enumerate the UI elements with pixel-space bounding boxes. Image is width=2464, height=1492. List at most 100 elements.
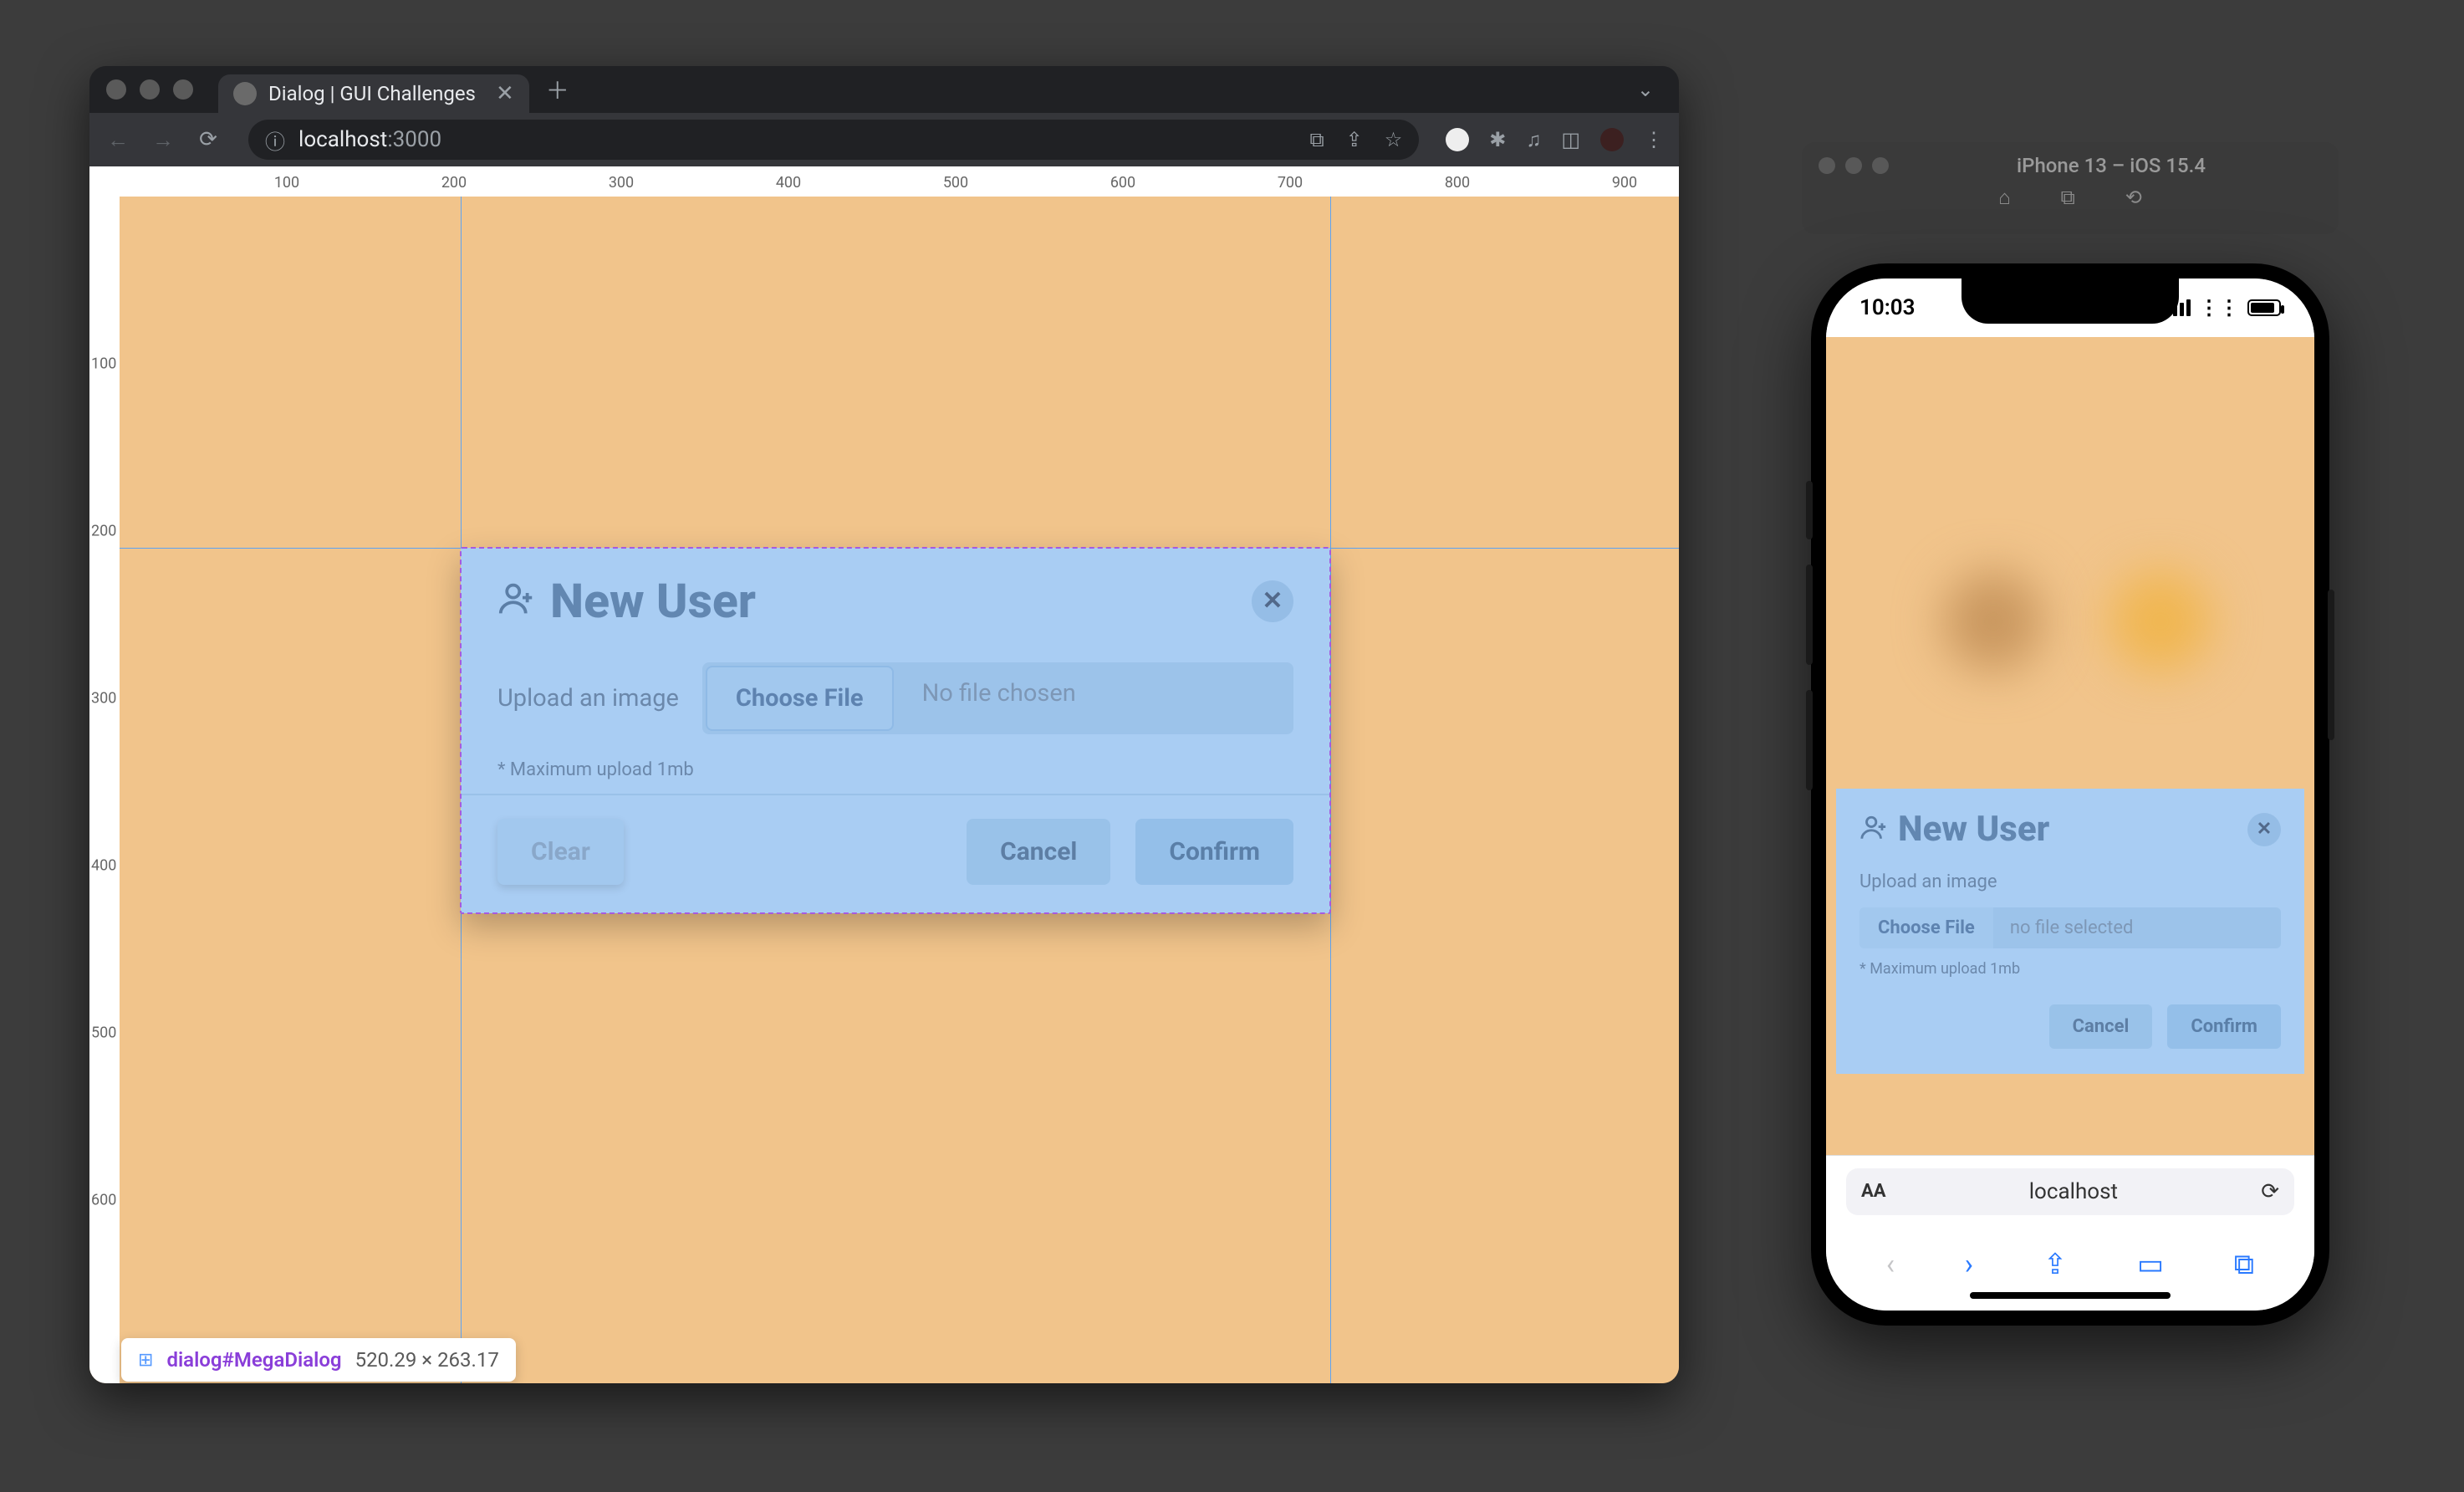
- mobile-confirm-button[interactable]: Confirm: [2167, 1004, 2281, 1049]
- mobile-file-status-text: no file selected: [1993, 907, 2150, 948]
- devtools-grid-icon: ⊞: [138, 1350, 153, 1371]
- ruler-tick: 300: [91, 690, 116, 708]
- ruler-corner: [89, 166, 120, 197]
- traffic-light-close[interactable]: [106, 79, 126, 100]
- desktop-browser-window: Dialog | GUI Challenges ✕ ＋ ⌄ ← → ⟳ ⓘ lo…: [89, 66, 1679, 1383]
- add-user-icon: [1859, 814, 1888, 846]
- safari-forward-button[interactable]: ›: [1965, 1248, 1973, 1281]
- ios-simulator-window: iPhone 13 – iOS 15.4 ⌂ ⧉ ⟲ 10:03 ⋮⋮: [1802, 142, 2339, 1326]
- tab-favicon: [233, 82, 257, 105]
- ruler-tick: 500: [943, 174, 968, 192]
- address-bar[interactable]: ⓘ localhost:3000 ⧉ ⇪ ☆: [248, 120, 1419, 160]
- simulator-title: iPhone 13 – iOS 15.4: [1900, 154, 2322, 177]
- mobile-dialog-footer: Cancel Confirm: [1859, 1004, 2281, 1049]
- ruler-tick: 800: [1445, 174, 1470, 192]
- extensions-icon[interactable]: ✱: [1489, 128, 1506, 151]
- media-icon[interactable]: ♫: [1526, 128, 1541, 152]
- tab-overflow-button[interactable]: ⌄: [1637, 78, 1654, 101]
- mobile-page-body: New User ✕ Upload an image Choose File n…: [1826, 337, 2314, 1155]
- safari-tabs-button[interactable]: ⧉: [2234, 1248, 2254, 1281]
- dialog-close-button[interactable]: ✕: [1252, 580, 1293, 622]
- sim-rotate-icon[interactable]: ⟲: [2125, 186, 2142, 210]
- nav-forward-button[interactable]: →: [150, 127, 176, 153]
- site-info-icon[interactable]: ⓘ: [265, 125, 285, 155]
- devtools-dimensions: 520.29 × 263.17: [355, 1348, 499, 1372]
- mega-dialog[interactable]: New User ✕ Upload an image Choose File N…: [461, 548, 1330, 913]
- browser-tab[interactable]: Dialog | GUI Challenges ✕: [218, 74, 529, 113]
- mobile-cancel-button[interactable]: Cancel: [2049, 1004, 2153, 1049]
- upload-label: Upload an image: [497, 684, 679, 713]
- dialog-header: New User ✕: [461, 548, 1330, 646]
- mobile-file-input[interactable]: Choose File no file selected: [1859, 907, 2281, 948]
- safari-address-bar[interactable]: AA localhost ⟳: [1826, 1155, 2314, 1227]
- dialog-footer: Clear Cancel Confirm: [461, 794, 1330, 913]
- traffic-light-minimize[interactable]: [1845, 157, 1862, 174]
- ruler-tick: 100: [274, 174, 299, 192]
- ruler-tick: 900: [1612, 174, 1637, 192]
- safari-bookmarks-button[interactable]: ▭: [2137, 1248, 2164, 1281]
- ruler-tick: 600: [1110, 174, 1135, 192]
- status-time: 10:03: [1859, 295, 1960, 320]
- ruler-tick: 400: [91, 857, 116, 875]
- ruler-tick: 200: [91, 523, 116, 540]
- iphone-screen: 10:03 ⋮⋮ New User ✕: [1826, 278, 2314, 1311]
- traffic-light-zoom[interactable]: [173, 79, 193, 100]
- tab-title: Dialog | GUI Challenges: [268, 82, 476, 105]
- nav-back-button[interactable]: ←: [105, 127, 131, 153]
- open-external-icon[interactable]: ⧉: [1309, 128, 1324, 151]
- safari-back-button[interactable]: ‹: [1886, 1248, 1895, 1281]
- browser-viewport: 100 200 300 400 500 600 700 800 900 100 …: [89, 166, 1679, 1383]
- mobile-upload-label: Upload an image: [1859, 871, 2281, 892]
- devtools-selector-id: #MegaDialog: [222, 1348, 342, 1372]
- safari-reader-button[interactable]: AA: [1861, 1181, 1886, 1202]
- upload-field-row: Upload an image Choose File No file chos…: [497, 662, 1293, 734]
- browser-toolbar: ← → ⟳ ⓘ localhost:3000 ⧉ ⇪ ☆ ✱ ♫ ◫ ⋮: [89, 113, 1679, 166]
- sim-traffic-lights: [1819, 157, 1889, 174]
- file-status-text: No file chosen: [897, 662, 1101, 734]
- background-blob: [2110, 571, 2211, 672]
- home-indicator[interactable]: [1970, 1292, 2171, 1299]
- mobile-dialog-close-button[interactable]: ✕: [2247, 813, 2281, 846]
- mobile-dialog-header: New User ✕: [1859, 809, 2281, 850]
- guide-line-v: [1330, 197, 1331, 1383]
- ruler-tick: 300: [609, 174, 634, 192]
- dialog-body: Upload an image Choose File No file chos…: [461, 646, 1330, 794]
- sim-screenshot-icon[interactable]: ⧉: [2061, 186, 2075, 210]
- safari-reload-button[interactable]: ⟳: [2261, 1179, 2279, 1204]
- cancel-button[interactable]: Cancel: [967, 819, 1110, 885]
- battery-icon: [2247, 299, 2281, 316]
- mobile-mega-dialog[interactable]: New User ✕ Upload an image Choose File n…: [1836, 789, 2304, 1074]
- share-icon[interactable]: ⇪: [1346, 128, 1363, 151]
- dialog-title: New User: [550, 573, 756, 629]
- traffic-light-close[interactable]: [1819, 157, 1835, 174]
- simulator-titlebar: iPhone 13 – iOS 15.4 ⌂ ⧉ ⟲: [1802, 142, 2339, 234]
- nav-reload-button[interactable]: ⟳: [195, 127, 222, 152]
- choose-file-button[interactable]: Choose File: [706, 666, 894, 731]
- mobile-choose-file-button[interactable]: Choose File: [1859, 907, 1993, 948]
- clear-button[interactable]: Clear: [497, 819, 624, 885]
- iphone-notch: [1962, 278, 2179, 324]
- traffic-light-zoom[interactable]: [1872, 157, 1889, 174]
- confirm-button[interactable]: Confirm: [1135, 819, 1293, 885]
- mobile-upload-hint: * Maximum upload 1mb: [1859, 960, 2281, 978]
- devtools-element-tooltip: ⊞ dialog#MegaDialog 520.29 × 263.17: [121, 1338, 516, 1382]
- url-port: :3000: [387, 127, 441, 152]
- browser-tab-strip: Dialog | GUI Challenges ✕ ＋ ⌄: [89, 66, 1679, 113]
- bookmark-star-icon[interactable]: ☆: [1385, 128, 1403, 151]
- page-body: New User ✕ Upload an image Choose File N…: [120, 197, 1679, 1383]
- ruler-tick: 600: [91, 1192, 116, 1209]
- new-tab-button[interactable]: ＋: [546, 73, 569, 106]
- profile-avatar[interactable]: [1600, 128, 1624, 151]
- horizontal-ruler: 100 200 300 400 500 600 700 800 900: [120, 166, 1679, 197]
- sim-home-icon[interactable]: ⌂: [1998, 186, 2011, 210]
- kebab-menu-icon[interactable]: ⋮: [1644, 128, 1664, 151]
- upload-hint: * Maximum upload 1mb: [497, 759, 1293, 780]
- tab-close-icon[interactable]: ✕: [496, 81, 514, 106]
- safari-share-button[interactable]: ⇪: [2043, 1248, 2068, 1281]
- ruler-tick: 400: [776, 174, 801, 192]
- add-user-icon: [497, 580, 535, 621]
- file-input[interactable]: Choose File No file chosen: [702, 662, 1293, 734]
- traffic-light-minimize[interactable]: [140, 79, 160, 100]
- panel-icon[interactable]: ◫: [1561, 128, 1580, 151]
- extension-icon[interactable]: [1446, 128, 1469, 151]
